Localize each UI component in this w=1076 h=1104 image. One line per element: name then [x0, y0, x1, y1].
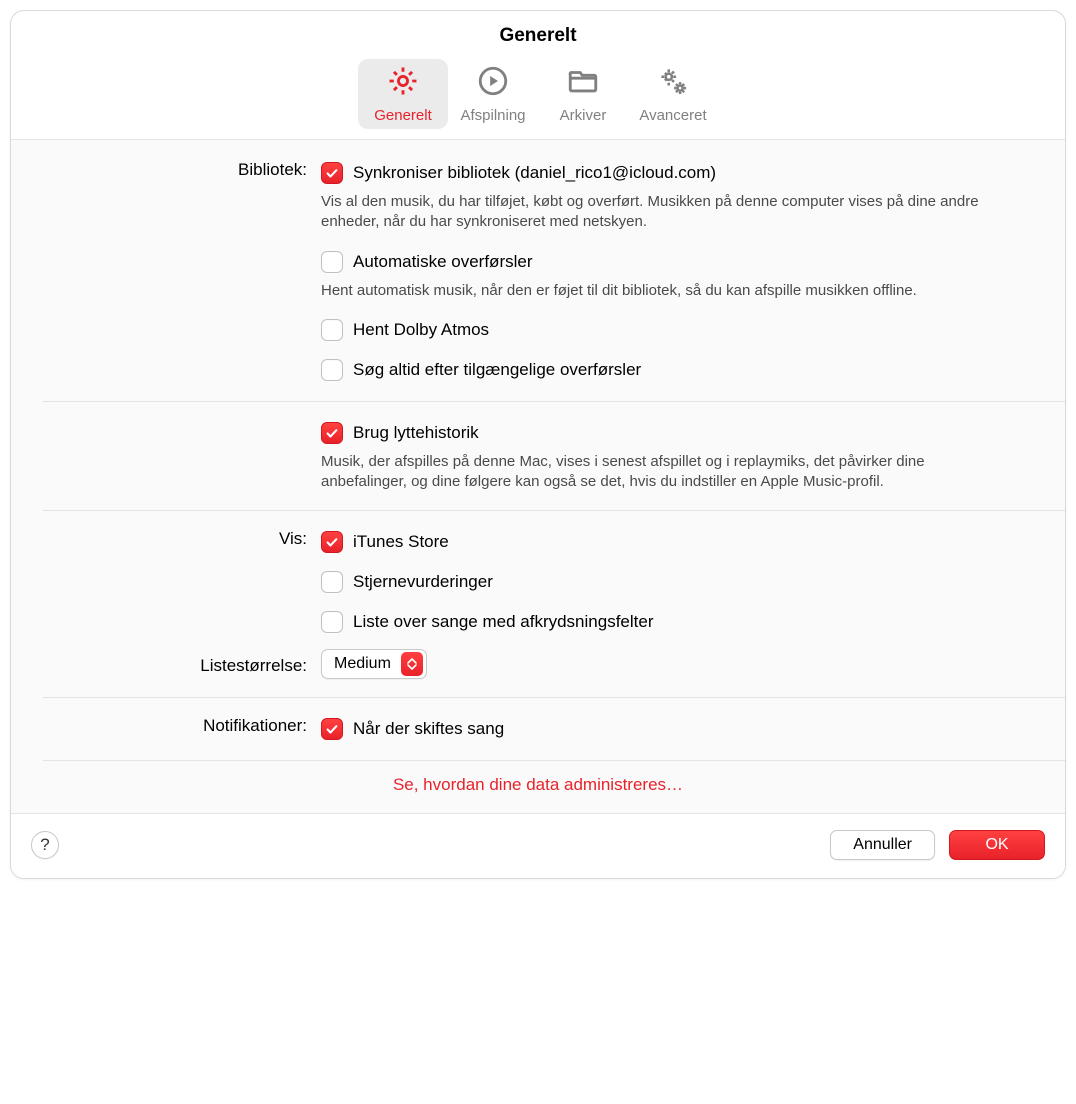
help-icon: ? [40, 835, 49, 855]
help-button[interactable]: ? [31, 831, 59, 859]
star-ratings-label: Stjernevurderinger [353, 572, 493, 592]
notifications-label: Notifikationer: [11, 716, 321, 736]
tab-advanced[interactable]: Avanceret [628, 59, 718, 129]
dolby-atmos-checkbox[interactable] [321, 319, 343, 341]
library-label: Bibliotek: [11, 160, 321, 180]
cancel-button[interactable]: Annuller [830, 830, 935, 860]
manage-data-link[interactable]: Se, hvordan dine data administreres… [11, 761, 1065, 813]
tab-label: Avanceret [639, 107, 706, 124]
search-downloads-label: Søg altid efter tilgængelige overførsler [353, 360, 641, 380]
dolby-atmos-label: Hent Dolby Atmos [353, 320, 489, 340]
cancel-button-label: Annuller [853, 836, 912, 854]
song-change-notification-label: Når der skiftes sang [353, 719, 504, 739]
itunes-store-checkbox[interactable] [321, 531, 343, 553]
listen-history-label: Brug lyttehistorik [353, 423, 479, 443]
tab-files[interactable]: Arkiver [538, 59, 628, 129]
tab-label: Generelt [374, 107, 432, 124]
itunes-store-label: iTunes Store [353, 532, 449, 552]
songlist-checkboxes-label: Liste over sange med afkrydsningsfelter [353, 612, 654, 632]
listen-history-desc: Musik, der afspilles på denne Mac, vises… [321, 452, 1011, 493]
gears-icon [656, 64, 690, 103]
ok-button[interactable]: OK [949, 830, 1045, 860]
auto-downloads-checkbox[interactable] [321, 251, 343, 273]
gear-icon [386, 64, 420, 103]
content-area: Bibliotek: Synkroniser bibliotek (daniel… [11, 140, 1065, 813]
chevron-up-down-icon [401, 652, 423, 676]
play-icon [476, 64, 510, 103]
tab-bar: Generelt Afspilning Arkiver Avanceret [11, 55, 1065, 139]
sync-library-checkbox[interactable] [321, 162, 343, 184]
tab-general[interactable]: Generelt [358, 59, 448, 129]
tab-label: Afspilning [460, 107, 525, 124]
show-label: Vis: [11, 529, 321, 549]
listsize-value: Medium [334, 655, 401, 673]
footer-bar: ? Annuller OK [11, 813, 1065, 878]
sync-library-label: Synkroniser bibliotek (daniel_rico1@iclo… [353, 163, 716, 183]
folder-icon [566, 64, 600, 103]
auto-downloads-desc: Hent automatisk musik, når den er føjet … [321, 281, 1011, 301]
window-title: Generelt [11, 11, 1065, 55]
search-downloads-checkbox[interactable] [321, 359, 343, 381]
auto-downloads-label: Automatiske overførsler [353, 252, 533, 272]
listen-history-checkbox[interactable] [321, 422, 343, 444]
tab-label: Arkiver [560, 107, 607, 124]
ok-button-label: OK [985, 836, 1008, 854]
listsize-label: Listestørrelse: [11, 652, 321, 676]
star-ratings-checkbox[interactable] [321, 571, 343, 593]
tab-playback[interactable]: Afspilning [448, 59, 538, 129]
sync-library-desc: Vis al den musik, du har tilføjet, købt … [321, 192, 1011, 233]
listsize-select[interactable]: Medium [321, 649, 427, 679]
song-change-notification-checkbox[interactable] [321, 718, 343, 740]
preferences-window: Generelt Generelt Afspilning Arkiver Ava… [10, 10, 1066, 879]
songlist-checkboxes-checkbox[interactable] [321, 611, 343, 633]
